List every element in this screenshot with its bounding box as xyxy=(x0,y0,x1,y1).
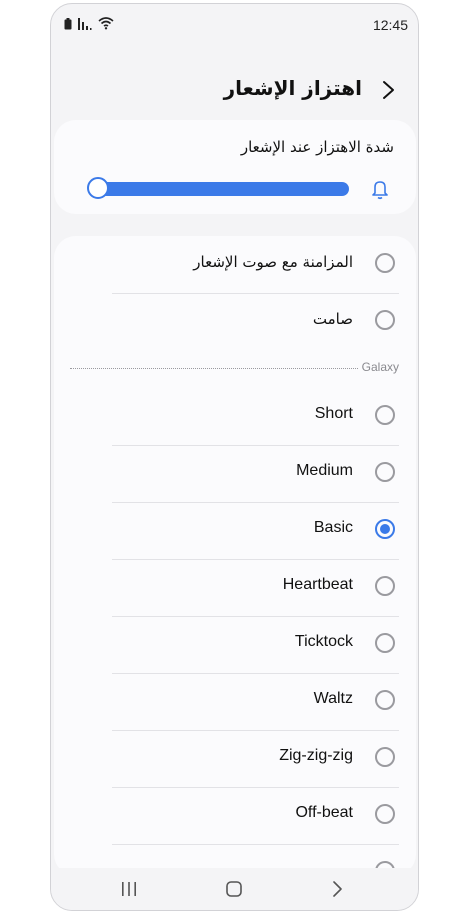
radio-button[interactable] xyxy=(375,747,395,767)
pattern-row-medium[interactable]: Medium xyxy=(54,445,416,502)
wifi-icon xyxy=(98,17,114,30)
radio-button[interactable] xyxy=(375,462,395,482)
status-time: 12:45 xyxy=(372,17,408,33)
pattern-row-heartbeat[interactable]: Heartbeat xyxy=(54,559,416,616)
back-chevron-icon[interactable] xyxy=(376,76,402,104)
pattern-row-zig-zig-zig[interactable]: Zig-zig-zig xyxy=(54,730,416,787)
pattern-row-basic[interactable]: Basic xyxy=(54,502,416,559)
radio-button[interactable] xyxy=(375,633,395,653)
radio-button[interactable] xyxy=(375,405,395,425)
pattern-label: Zig-zig-zig xyxy=(279,747,353,764)
pattern-label: Medium xyxy=(296,462,353,479)
intensity-card: شدة الاهتزاز عند الإشعار xyxy=(54,120,416,214)
pattern-label: Heartbeat xyxy=(282,576,353,593)
radio-button[interactable] xyxy=(375,576,395,596)
option-row-silent[interactable]: صامت xyxy=(54,293,416,350)
radio-button[interactable] xyxy=(375,690,395,710)
option-label: صامت xyxy=(312,310,353,328)
section-title: Galaxy xyxy=(361,360,399,374)
pattern-label: Off-beat xyxy=(295,804,353,821)
pattern-label: Ticktock xyxy=(294,633,353,650)
home-icon[interactable] xyxy=(222,878,246,900)
pattern-row-off-beat[interactable]: Off-beat xyxy=(54,787,416,844)
option-label: المزامنة مع صوت الإشعار xyxy=(193,253,353,271)
recent-apps-icon[interactable] xyxy=(117,878,141,900)
radio-button[interactable] xyxy=(375,804,395,824)
navigation-bar xyxy=(51,868,418,910)
pattern-label: Waltz xyxy=(313,690,353,707)
pattern-row-ticktock[interactable]: Ticktock xyxy=(54,616,416,673)
status-bar: 12:45 xyxy=(51,4,418,46)
battery-icon xyxy=(64,18,72,30)
pattern-row-waltz[interactable]: Waltz xyxy=(54,673,416,730)
section-header-galaxy: Galaxy xyxy=(54,356,416,386)
back-icon[interactable] xyxy=(325,878,349,900)
radio-button[interactable] xyxy=(375,253,395,273)
option-row-sync[interactable]: المزامنة مع صوت الإشعار xyxy=(54,236,416,293)
signal-icon xyxy=(78,18,92,30)
intensity-slider-thumb[interactable] xyxy=(87,177,109,199)
bell-icon xyxy=(372,181,388,200)
pattern-label: Basic xyxy=(313,519,353,536)
intensity-label: شدة الاهتزاز عند الإشعار xyxy=(240,138,394,156)
pattern-label: Short xyxy=(314,405,353,422)
section-dotted-line xyxy=(70,368,358,369)
page-header: اهتزاز الإشعار xyxy=(51,72,418,108)
radio-button-selected[interactable] xyxy=(375,519,395,539)
options-card: المزامنة مع صوت الإشعار صامت Galaxy Shor… xyxy=(54,236,416,876)
radio-button[interactable] xyxy=(375,310,395,330)
intensity-slider-track[interactable] xyxy=(98,182,349,196)
phone-frame: 12:45 اهتزاز الإشعار شدة الاهتزاز عند ال… xyxy=(50,3,419,911)
pattern-row-short[interactable]: Short xyxy=(54,388,416,445)
page-title: اهتزاز الإشعار xyxy=(223,76,362,100)
status-icons xyxy=(64,17,114,30)
